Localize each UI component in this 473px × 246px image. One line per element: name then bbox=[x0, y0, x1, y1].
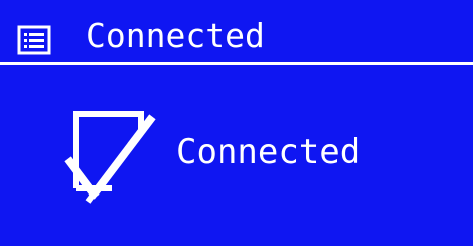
header-title: Connected bbox=[86, 16, 265, 55]
header-divider bbox=[0, 62, 473, 65]
check-box-icon bbox=[64, 110, 174, 210]
header-bar: Connected bbox=[0, 0, 473, 64]
connection-status-text: Connected bbox=[176, 132, 361, 172]
list-menu-icon bbox=[17, 25, 51, 55]
radio-display-screen: Connected Connected bbox=[0, 0, 473, 246]
